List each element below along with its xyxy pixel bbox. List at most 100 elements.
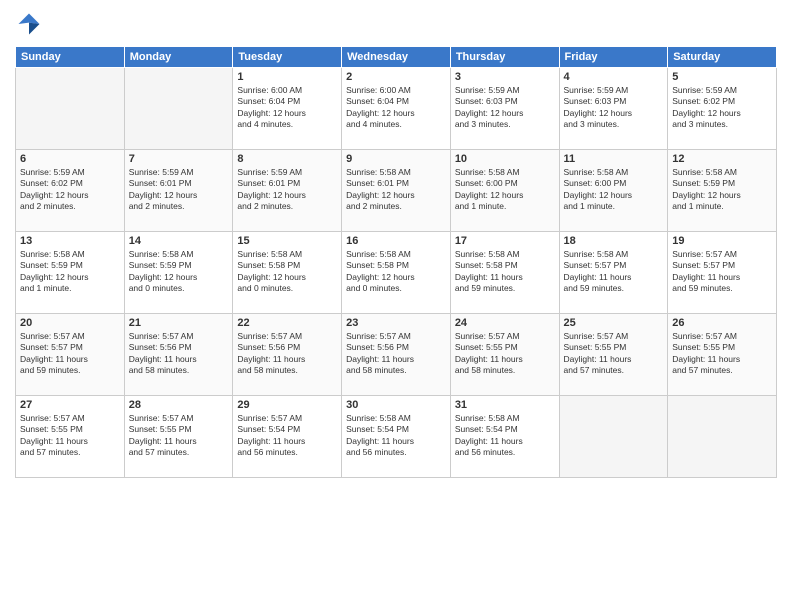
day-header-sunday: Sunday bbox=[16, 47, 125, 68]
day-info: Sunrise: 5:57 AM Sunset: 5:55 PM Dayligh… bbox=[564, 331, 664, 377]
day-number: 20 bbox=[20, 317, 120, 329]
day-number: 26 bbox=[672, 317, 772, 329]
calendar-cell: 1 Sunrise: 6:00 AM Sunset: 6:04 PM Daylig… bbox=[233, 68, 342, 150]
day-info: Sunrise: 5:58 AM Sunset: 5:58 PM Dayligh… bbox=[346, 249, 446, 295]
day-number: 2 bbox=[346, 71, 446, 83]
calendar-cell: 10Sunrise: 5:58 AM Sunset: 6:00 PM Dayli… bbox=[450, 150, 559, 232]
calendar-cell: 16 Sunrise: 5:58 AM Sunset: 5:58 PM Dayli… bbox=[342, 232, 451, 314]
day-info: Sunrise: 5:58 AM Sunset: 5:54 PM Dayligh… bbox=[455, 413, 555, 459]
calendar-cell bbox=[16, 68, 125, 150]
day-header-wednesday: Wednesday bbox=[342, 47, 451, 68]
calendar-cell: 27 Sunrise: 5:57 AM Sunset: 5:55 PM Dayli… bbox=[16, 396, 125, 478]
day-number: 29 bbox=[237, 399, 337, 411]
calendar-cell: 19 Sunrise: 5:57 AM Sunset: 5:57 PM Dayli… bbox=[668, 232, 777, 314]
calendar: SundayMondayTuesdayWednesdayThursdayFrid… bbox=[15, 46, 777, 478]
day-header-monday: Monday bbox=[124, 47, 233, 68]
page: SundayMondayTuesdayWednesdayThursdayFrid… bbox=[0, 0, 792, 488]
calendar-cell: 17 Sunrise: 5:58 AM Sunset: 5:58 PM Dayli… bbox=[450, 232, 559, 314]
day-info: Sunrise: 5:57 AM Sunset: 5:54 PM Dayligh… bbox=[237, 413, 337, 459]
day-number: 7 bbox=[129, 153, 229, 165]
day-number: 4 bbox=[564, 71, 664, 83]
calendar-week-2: 6 Sunrise: 5:59 AM Sunset: 6:02 PM Daylig… bbox=[16, 150, 777, 232]
day-info: Sunrise: 5:59 AM Sunset: 6:03 PM Dayligh… bbox=[564, 85, 664, 131]
calendar-week-3: 13 Sunrise: 5:58 AM Sunset: 5:59 PM Dayli… bbox=[16, 232, 777, 314]
calendar-week-4: 20Sunrise: 5:57 AM Sunset: 5:57 PM Dayli… bbox=[16, 314, 777, 396]
day-number: 16 bbox=[346, 235, 446, 247]
day-number: 10 bbox=[455, 153, 555, 165]
day-info: Sunrise: 5:58 AM Sunset: 5:58 PM Dayligh… bbox=[455, 249, 555, 295]
day-number: 24 bbox=[455, 317, 555, 329]
calendar-cell: 31 Sunrise: 5:58 AM Sunset: 5:54 PM Dayli… bbox=[450, 396, 559, 478]
day-info: Sunrise: 5:57 AM Sunset: 5:56 PM Dayligh… bbox=[237, 331, 337, 377]
calendar-cell: 7 Sunrise: 5:59 AM Sunset: 6:01 PM Daylig… bbox=[124, 150, 233, 232]
calendar-cell: 9Sunrise: 5:58 AM Sunset: 6:01 PM Daylig… bbox=[342, 150, 451, 232]
calendar-cell: 25 Sunrise: 5:57 AM Sunset: 5:55 PM Dayli… bbox=[559, 314, 668, 396]
day-number: 6 bbox=[20, 153, 120, 165]
day-number: 12 bbox=[672, 153, 772, 165]
calendar-cell: 23Sunrise: 5:57 AM Sunset: 5:56 PM Dayli… bbox=[342, 314, 451, 396]
day-info: Sunrise: 5:59 AM Sunset: 6:02 PM Dayligh… bbox=[672, 85, 772, 131]
day-number: 1 bbox=[237, 71, 337, 83]
day-info: Sunrise: 5:59 AM Sunset: 6:03 PM Dayligh… bbox=[455, 85, 555, 131]
day-number: 18 bbox=[564, 235, 664, 247]
calendar-header-row: SundayMondayTuesdayWednesdayThursdayFrid… bbox=[16, 47, 777, 68]
day-info: Sunrise: 5:59 AM Sunset: 6:01 PM Dayligh… bbox=[129, 167, 229, 213]
calendar-week-5: 27 Sunrise: 5:57 AM Sunset: 5:55 PM Dayli… bbox=[16, 396, 777, 478]
day-info: Sunrise: 6:00 AM Sunset: 6:04 PM Dayligh… bbox=[237, 85, 337, 131]
day-number: 3 bbox=[455, 71, 555, 83]
header-area bbox=[15, 10, 777, 38]
day-info: Sunrise: 5:57 AM Sunset: 5:56 PM Dayligh… bbox=[129, 331, 229, 377]
day-info: Sunrise: 5:57 AM Sunset: 5:55 PM Dayligh… bbox=[20, 413, 120, 459]
day-info: Sunrise: 5:58 AM Sunset: 5:54 PM Dayligh… bbox=[346, 413, 446, 459]
day-info: Sunrise: 5:57 AM Sunset: 5:55 PM Dayligh… bbox=[672, 331, 772, 377]
day-number: 25 bbox=[564, 317, 664, 329]
day-number: 8 bbox=[237, 153, 337, 165]
day-info: Sunrise: 6:00 AM Sunset: 6:04 PM Dayligh… bbox=[346, 85, 446, 131]
day-header-saturday: Saturday bbox=[668, 47, 777, 68]
calendar-cell bbox=[124, 68, 233, 150]
day-number: 30 bbox=[346, 399, 446, 411]
logo bbox=[15, 10, 47, 38]
day-info: Sunrise: 5:58 AM Sunset: 5:59 PM Dayligh… bbox=[672, 167, 772, 213]
calendar-cell: 12 Sunrise: 5:58 AM Sunset: 5:59 PM Dayli… bbox=[668, 150, 777, 232]
day-number: 21 bbox=[129, 317, 229, 329]
calendar-cell: 13 Sunrise: 5:58 AM Sunset: 5:59 PM Dayli… bbox=[16, 232, 125, 314]
day-number: 31 bbox=[455, 399, 555, 411]
day-number: 14 bbox=[129, 235, 229, 247]
day-number: 19 bbox=[672, 235, 772, 247]
day-info: Sunrise: 5:58 AM Sunset: 6:01 PM Dayligh… bbox=[346, 167, 446, 213]
day-info: Sunrise: 5:59 AM Sunset: 6:01 PM Dayligh… bbox=[237, 167, 337, 213]
day-header-tuesday: Tuesday bbox=[233, 47, 342, 68]
day-number: 13 bbox=[20, 235, 120, 247]
day-header-friday: Friday bbox=[559, 47, 668, 68]
day-info: Sunrise: 5:59 AM Sunset: 6:02 PM Dayligh… bbox=[20, 167, 120, 213]
day-info: Sunrise: 5:58 AM Sunset: 5:57 PM Dayligh… bbox=[564, 249, 664, 295]
calendar-body: 1 Sunrise: 6:00 AM Sunset: 6:04 PM Daylig… bbox=[16, 68, 777, 478]
calendar-cell: 3 Sunrise: 5:59 AM Sunset: 6:03 PM Daylig… bbox=[450, 68, 559, 150]
day-info: Sunrise: 5:58 AM Sunset: 5:59 PM Dayligh… bbox=[20, 249, 120, 295]
calendar-cell: 24 Sunrise: 5:57 AM Sunset: 5:55 PM Dayli… bbox=[450, 314, 559, 396]
calendar-cell bbox=[668, 396, 777, 478]
calendar-cell: 15Sunrise: 5:58 AM Sunset: 5:58 PM Dayli… bbox=[233, 232, 342, 314]
calendar-cell bbox=[559, 396, 668, 478]
calendar-cell: 22Sunrise: 5:57 AM Sunset: 5:56 PM Dayli… bbox=[233, 314, 342, 396]
day-number: 11 bbox=[564, 153, 664, 165]
day-number: 5 bbox=[672, 71, 772, 83]
day-number: 27 bbox=[20, 399, 120, 411]
calendar-cell: 20Sunrise: 5:57 AM Sunset: 5:57 PM Dayli… bbox=[16, 314, 125, 396]
logo-icon bbox=[15, 10, 43, 38]
calendar-cell: 29 Sunrise: 5:57 AM Sunset: 5:54 PM Dayli… bbox=[233, 396, 342, 478]
calendar-cell: 6 Sunrise: 5:59 AM Sunset: 6:02 PM Daylig… bbox=[16, 150, 125, 232]
day-info: Sunrise: 5:57 AM Sunset: 5:55 PM Dayligh… bbox=[455, 331, 555, 377]
day-info: Sunrise: 5:57 AM Sunset: 5:57 PM Dayligh… bbox=[672, 249, 772, 295]
calendar-cell: 2 Sunrise: 6:00 AM Sunset: 6:04 PM Daylig… bbox=[342, 68, 451, 150]
calendar-cell: 26 Sunrise: 5:57 AM Sunset: 5:55 PM Dayli… bbox=[668, 314, 777, 396]
day-number: 15 bbox=[237, 235, 337, 247]
calendar-cell: 8 Sunrise: 5:59 AM Sunset: 6:01 PM Daylig… bbox=[233, 150, 342, 232]
calendar-cell: 11Sunrise: 5:58 AM Sunset: 6:00 PM Dayli… bbox=[559, 150, 668, 232]
day-number: 28 bbox=[129, 399, 229, 411]
day-number: 17 bbox=[455, 235, 555, 247]
day-info: Sunrise: 5:57 AM Sunset: 5:55 PM Dayligh… bbox=[129, 413, 229, 459]
day-info: Sunrise: 5:58 AM Sunset: 5:59 PM Dayligh… bbox=[129, 249, 229, 295]
calendar-cell: 30 Sunrise: 5:58 AM Sunset: 5:54 PM Dayli… bbox=[342, 396, 451, 478]
